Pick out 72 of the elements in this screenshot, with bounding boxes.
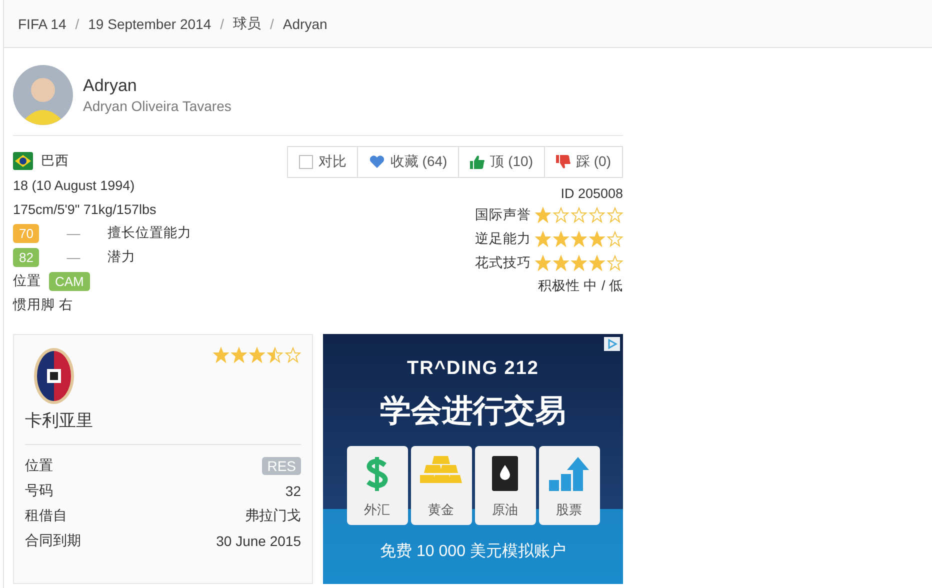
player-full-name: Adryan Oliveira Tavares xyxy=(83,98,232,114)
nationality: 巴西 xyxy=(41,152,69,170)
detail-label: 租借自 xyxy=(25,506,67,524)
rating-badge: 70 xyxy=(13,224,40,242)
age-birthdate: 18 (10 August 1994) xyxy=(13,178,135,192)
thumbs-up-icon xyxy=(470,155,486,169)
rating-label: 擅长位置能力 xyxy=(107,224,192,242)
player-name: Adryan xyxy=(83,76,138,96)
position-badge: RES xyxy=(262,456,301,474)
detail-label: 位置 xyxy=(25,456,53,474)
work-rate: 积极性 中 / 低 xyxy=(538,277,623,295)
player-id: ID 205008 xyxy=(560,186,623,201)
advert-brand: TR^DING 212 xyxy=(407,358,539,380)
breadcrumb-link[interactable]: 19 September 2014 xyxy=(88,16,212,32)
star-icon xyxy=(589,255,605,271)
detail-value: 弗拉门戈 xyxy=(245,506,301,524)
empty-star-icon xyxy=(571,207,587,223)
skill-label: 国际声誉 xyxy=(475,206,531,224)
empty-star-icon xyxy=(607,231,623,247)
star-icon xyxy=(249,347,265,363)
flag-icon xyxy=(13,152,33,170)
advert-footer: 免费 10 000 美元模拟账户 xyxy=(380,541,566,562)
breadcrumb-separator: / xyxy=(270,16,274,32)
height-weight: 175cm/5'9" 71kg/157lbs xyxy=(13,202,156,216)
club-name: 卡利亚里 xyxy=(25,410,94,432)
breadcrumb-separator: / xyxy=(75,16,80,32)
detail-label: 号码 xyxy=(25,482,53,500)
star-icon xyxy=(571,255,587,271)
rating-badge: 82 xyxy=(13,248,40,266)
detail-label: 合同到期 xyxy=(25,532,81,550)
detail-value: 32 xyxy=(285,482,301,498)
star-icon xyxy=(213,347,229,363)
position-label: 位置 xyxy=(13,272,41,290)
star-icon xyxy=(535,231,551,247)
skill-label: 逆足能力 xyxy=(475,230,531,248)
star-icon xyxy=(535,255,551,271)
skill-label: 花式技巧 xyxy=(475,254,531,272)
breadcrumb-separator: / xyxy=(220,16,224,32)
breadcrumb-link[interactable]: Adryan xyxy=(282,16,328,32)
empty-star-icon xyxy=(553,207,569,223)
star-icon xyxy=(589,231,605,247)
breadcrumb-link[interactable]: FIFA 14 xyxy=(18,16,66,32)
empty-star-icon xyxy=(607,207,623,223)
star-icon xyxy=(571,231,587,247)
star-icon xyxy=(553,255,569,271)
dash: — xyxy=(66,250,82,264)
ad-choices-icon[interactable] xyxy=(604,337,620,351)
tile-label: 原油 xyxy=(492,501,518,519)
tile-label: 股票 xyxy=(556,501,582,519)
star-icon xyxy=(231,347,247,363)
star-icon xyxy=(535,207,551,223)
heart-icon xyxy=(369,155,386,169)
advert-headline: 学会进行交易 xyxy=(380,392,566,430)
avatar xyxy=(13,65,73,125)
position-badge: CAM xyxy=(49,272,90,290)
star-icon xyxy=(553,231,569,247)
empty-star-icon xyxy=(589,207,605,223)
detail-value: 30 June 2015 xyxy=(216,532,301,548)
crest-icon xyxy=(33,347,75,405)
half-star-icon xyxy=(267,347,283,363)
checkbox[interactable] xyxy=(299,155,314,169)
rating-label: 潜力 xyxy=(107,248,136,266)
ingots-icon xyxy=(420,454,462,484)
tile-label: 外汇 xyxy=(364,501,390,519)
tile-label: 黄金 xyxy=(428,501,454,519)
preferred-foot: 惯用脚 右 xyxy=(13,296,73,314)
empty-star-icon xyxy=(285,347,301,363)
oil-barrel-icon xyxy=(491,454,519,492)
breadcrumb-link[interactable]: 球员 xyxy=(233,14,262,32)
empty-star-icon xyxy=(607,255,623,271)
dash: — xyxy=(66,226,82,240)
thumbs-down-icon xyxy=(556,155,571,169)
